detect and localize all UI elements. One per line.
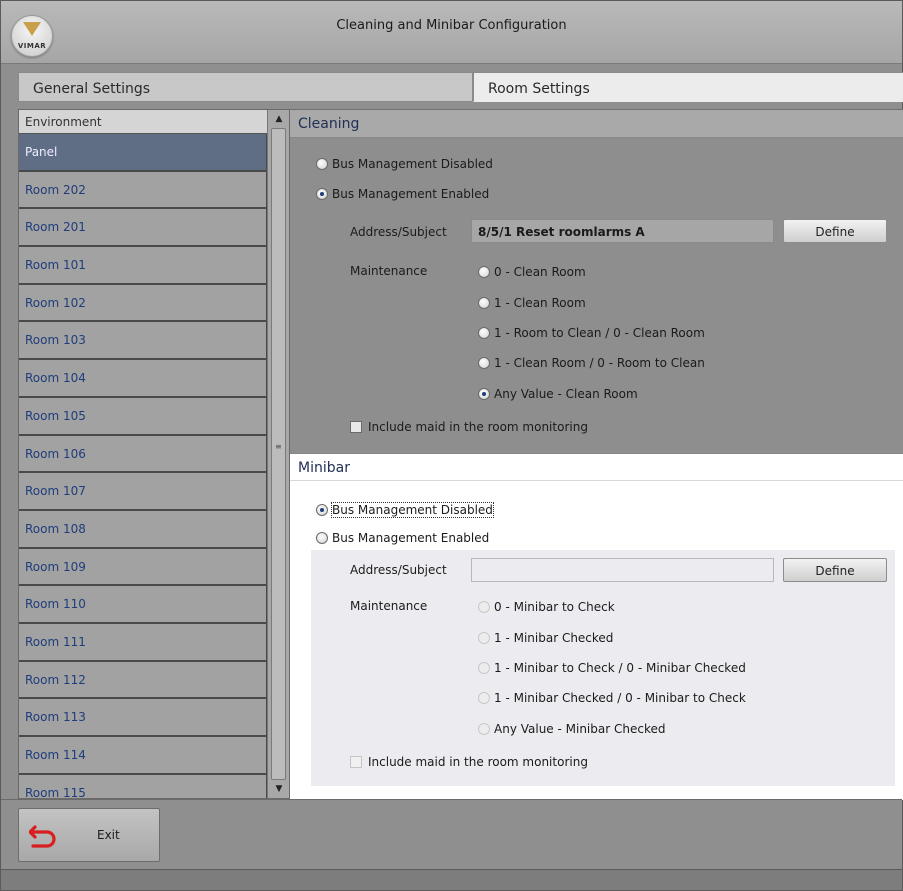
cleaning-section: Bus Management Disabled Bus Management E… bbox=[290, 138, 903, 453]
list-item[interactable]: Room 105 bbox=[19, 397, 267, 436]
radio-button[interactable] bbox=[478, 723, 490, 735]
list-item[interactable]: Room 104 bbox=[19, 360, 267, 398]
minibar-bus-enabled-option[interactable]: Bus Management Enabled bbox=[316, 531, 489, 545]
minibar-section-title: Minibar bbox=[290, 453, 903, 481]
radio-button[interactable] bbox=[316, 504, 328, 516]
radio-button[interactable] bbox=[478, 388, 490, 400]
cleaning-section-title: Cleaning bbox=[290, 110, 903, 138]
radio-label: 1 - Minibar Checked bbox=[494, 631, 614, 645]
tab-general-settings[interactable]: General Settings bbox=[18, 72, 473, 102]
radio-label: 1 - Room to Clean / 0 - Clean Room bbox=[494, 326, 705, 340]
list-item[interactable]: Room 113 bbox=[19, 699, 267, 737]
radio-button[interactable] bbox=[478, 601, 490, 613]
cleaning-maintenance-option[interactable]: 1 - Clean Room / 0 - Room to Clean bbox=[478, 356, 705, 370]
minibar-section: Bus Management Disabled Bus Management E… bbox=[290, 481, 903, 800]
bottom-toolbar: Exit bbox=[1, 799, 902, 869]
title-bar: VIMAR Cleaning and Minibar Configuration bbox=[1, 1, 902, 64]
radio-label: Any Value - Minibar Checked bbox=[494, 722, 666, 736]
minibar-settings-group: Address/Subject Define Maintenance 0 - M… bbox=[311, 550, 895, 786]
exit-arrow-icon bbox=[29, 825, 56, 848]
list-item[interactable]: Panel bbox=[19, 134, 267, 172]
checkbox[interactable] bbox=[350, 756, 362, 768]
scroll-up-arrow-icon[interactable]: ▲ bbox=[268, 110, 289, 128]
minibar-address-field[interactable] bbox=[471, 558, 774, 582]
radio-label: 1 - Minibar to Check / 0 - Minibar Check… bbox=[494, 661, 746, 675]
environment-scrollbar[interactable]: ▲ ≡ ▼ bbox=[267, 110, 289, 798]
list-item[interactable]: Room 202 bbox=[19, 171, 267, 210]
cleaning-address-label: Address/Subject bbox=[350, 225, 447, 239]
list-item[interactable]: Room 111 bbox=[19, 623, 267, 662]
exit-label: Exit bbox=[97, 828, 120, 842]
cleaning-bus-enabled-option[interactable]: Bus Management Enabled bbox=[316, 187, 489, 201]
cleaning-maintenance-option[interactable]: 0 - Clean Room bbox=[478, 265, 586, 279]
minibar-include-maid-option[interactable]: Include maid in the room monitoring bbox=[350, 755, 588, 769]
list-item[interactable]: Room 115 bbox=[19, 774, 267, 798]
checkbox-label: Include maid in the room monitoring bbox=[368, 755, 588, 769]
radio-label: Any Value - Clean Room bbox=[494, 387, 638, 401]
tab-room-settings[interactable]: Room Settings bbox=[473, 72, 903, 102]
window-title: Cleaning and Minibar Configuration bbox=[336, 18, 567, 33]
checkbox[interactable] bbox=[350, 421, 362, 433]
list-item[interactable]: Room 110 bbox=[19, 586, 267, 624]
list-item[interactable]: Room 112 bbox=[19, 661, 267, 700]
radio-button[interactable] bbox=[316, 158, 328, 170]
list-item[interactable]: Room 114 bbox=[19, 737, 267, 775]
radio-button[interactable] bbox=[316, 532, 328, 544]
exit-button[interactable]: Exit bbox=[18, 808, 160, 862]
minibar-maintenance-option[interactable]: 1 - Minibar to Check / 0 - Minibar Check… bbox=[478, 661, 746, 675]
cleaning-maintenance-option[interactable]: 1 - Clean Room bbox=[478, 296, 586, 310]
list-item[interactable]: Room 103 bbox=[19, 322, 267, 361]
cleaning-maintenance-option[interactable]: 1 - Room to Clean / 0 - Clean Room bbox=[478, 326, 705, 340]
radio-label: 0 - Clean Room bbox=[494, 265, 586, 279]
radio-label: 1 - Minibar Checked / 0 - Minibar to Che… bbox=[494, 691, 746, 705]
list-item[interactable]: Room 101 bbox=[19, 247, 267, 285]
logo-text: VIMAR bbox=[17, 42, 47, 50]
minibar-address-label: Address/Subject bbox=[350, 563, 447, 577]
environment-header: Environment bbox=[19, 110, 267, 134]
radio-button[interactable] bbox=[478, 297, 490, 309]
minibar-define-button[interactable]: Define bbox=[783, 558, 887, 582]
scroll-thumb[interactable]: ≡ bbox=[271, 128, 286, 780]
scroll-down-arrow-icon[interactable]: ▼ bbox=[268, 780, 289, 798]
radio-label: Bus Management Disabled bbox=[331, 502, 494, 518]
list-item[interactable]: Room 102 bbox=[19, 284, 267, 323]
list-item[interactable]: Room 109 bbox=[19, 548, 267, 587]
radio-button[interactable] bbox=[316, 188, 328, 200]
environment-items: Panel Room 202 Room 201 Room 101 Room 10… bbox=[19, 134, 267, 798]
radio-button[interactable] bbox=[478, 692, 490, 704]
minibar-maintenance-label: Maintenance bbox=[350, 599, 428, 613]
radio-label: Bus Management Disabled bbox=[332, 157, 493, 171]
list-item[interactable]: Room 108 bbox=[19, 510, 267, 549]
radio-button[interactable] bbox=[478, 266, 490, 278]
radio-label: Bus Management Enabled bbox=[332, 531, 490, 545]
cleaning-maintenance-option[interactable]: Any Value - Clean Room bbox=[478, 387, 638, 401]
radio-label: 1 - Clean Room / 0 - Room to Clean bbox=[494, 356, 705, 370]
grip-icon: ≡ bbox=[275, 442, 282, 451]
cleaning-include-maid-option[interactable]: Include maid in the room monitoring bbox=[350, 420, 588, 434]
app-window: VIMAR Cleaning and Minibar Configuration… bbox=[0, 0, 903, 891]
minibar-maintenance-option[interactable]: 0 - Minibar to Check bbox=[478, 600, 615, 614]
status-bar bbox=[1, 869, 902, 890]
minibar-maintenance-option[interactable]: 1 - Minibar Checked / 0 - Minibar to Che… bbox=[478, 691, 746, 705]
list-item[interactable]: Room 107 bbox=[19, 473, 267, 511]
list-item[interactable]: Room 201 bbox=[19, 209, 267, 248]
cleaning-maintenance-label: Maintenance bbox=[350, 264, 428, 278]
environment-list: Environment Panel Room 202 Room 201 Room… bbox=[18, 109, 290, 799]
minibar-maintenance-option[interactable]: Any Value - Minibar Checked bbox=[478, 722, 665, 736]
radio-button[interactable] bbox=[478, 357, 490, 369]
cleaning-define-button[interactable]: Define bbox=[783, 219, 887, 243]
cleaning-address-field[interactable]: 8/5/1 Reset roomlarms A bbox=[471, 219, 774, 243]
minibar-bus-disabled-option[interactable]: Bus Management Disabled bbox=[316, 502, 494, 518]
radio-button[interactable] bbox=[478, 662, 490, 674]
radio-label: 0 - Minibar to Check bbox=[494, 600, 615, 614]
radio-label: Bus Management Enabled bbox=[332, 187, 490, 201]
list-item[interactable]: Room 106 bbox=[19, 435, 267, 474]
cleaning-bus-disabled-option[interactable]: Bus Management Disabled bbox=[316, 157, 493, 171]
checkbox-label: Include maid in the room monitoring bbox=[368, 420, 588, 434]
radio-button[interactable] bbox=[478, 632, 490, 644]
radio-button[interactable] bbox=[478, 327, 490, 339]
radio-label: 1 - Clean Room bbox=[494, 296, 586, 310]
minibar-maintenance-option[interactable]: 1 - Minibar Checked bbox=[478, 631, 613, 645]
room-settings-panel: Cleaning Bus Management Disabled Bus Man… bbox=[290, 109, 903, 800]
